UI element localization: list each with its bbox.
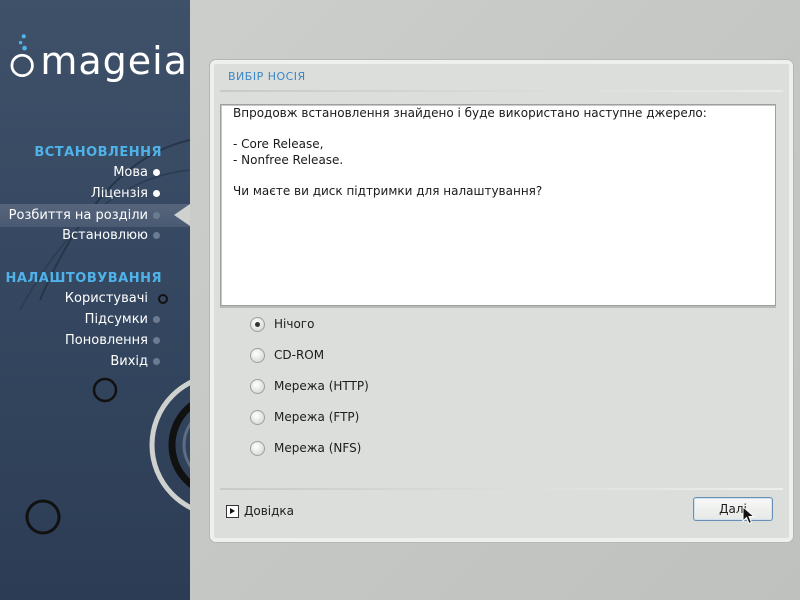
radio-unchecked-icon[interactable] bbox=[250, 347, 265, 363]
installer-sidebar: mageia ВСТАНОВЛЕННЯ Мова Ліцензія Розбит… bbox=[0, 0, 190, 600]
radio-checked-icon[interactable] bbox=[250, 316, 265, 332]
radio-option-ftp[interactable]: Мережа (FTP) bbox=[250, 407, 359, 427]
message-textbox[interactable]: Впродовж встановлення знайдено і буде ви… bbox=[220, 104, 776, 306]
message-line bbox=[233, 122, 775, 138]
radio-label: Мережа (NFS) bbox=[274, 441, 362, 455]
section-heading-configuration: НАЛАШТОВУВАННЯ bbox=[5, 271, 162, 286]
step-pending-ring-icon bbox=[158, 294, 168, 304]
help-label: Довідка bbox=[244, 504, 295, 518]
step-current-icon bbox=[153, 212, 160, 219]
message-line: - Core Release, bbox=[233, 137, 324, 151]
textbox-bottom-edge bbox=[220, 306, 776, 308]
mageia-logo-icon bbox=[10, 34, 34, 78]
step-pending-icon bbox=[153, 337, 160, 344]
mouse-pointer-icon bbox=[742, 506, 756, 525]
step-installing: Встановлюю bbox=[62, 228, 148, 243]
radio-unchecked-icon[interactable] bbox=[250, 378, 265, 394]
media-selection-dialog: ВИБІР НОСІЯ Впродовж встановлення знайде… bbox=[210, 60, 793, 542]
radio-label: Мережа (FTP) bbox=[274, 410, 360, 424]
help-expander[interactable]: Довідка bbox=[226, 504, 294, 518]
step-pending-icon bbox=[153, 316, 160, 323]
step-done-icon bbox=[153, 190, 160, 197]
step-updates: Поновлення bbox=[65, 333, 148, 348]
step-exit: Вихід bbox=[110, 354, 148, 369]
radio-option-none[interactable]: Нічого bbox=[250, 314, 314, 334]
radio-unchecked-icon[interactable] bbox=[250, 409, 265, 425]
radio-option-http[interactable]: Мережа (HTTP) bbox=[250, 376, 369, 396]
logo-wordmark: mageia bbox=[40, 39, 188, 83]
dialog-title: ВИБІР НОСІЯ bbox=[228, 70, 306, 83]
title-divider bbox=[220, 90, 783, 92]
step-language: Мова bbox=[113, 165, 148, 180]
bottom-divider bbox=[220, 488, 783, 490]
radio-label: Нічого bbox=[274, 317, 315, 331]
radio-label: CD-ROM bbox=[274, 348, 325, 362]
step-users: Користувачі bbox=[64, 291, 148, 306]
mageia-logo: mageia bbox=[8, 26, 188, 86]
message-line: Впродовж встановлення знайдено і буде ви… bbox=[233, 106, 707, 120]
step-partitioning: Розбиття на розділи bbox=[8, 208, 148, 223]
message-line: Чи маєте ви диск підтримки для налаштува… bbox=[233, 183, 543, 198]
step-done-icon bbox=[153, 169, 160, 176]
step-pending-icon bbox=[153, 358, 160, 365]
expand-arrow-icon[interactable] bbox=[226, 504, 239, 518]
step-pending-icon bbox=[153, 232, 160, 239]
radio-option-nfs[interactable]: Мережа (NFS) bbox=[250, 438, 361, 458]
step-summary: Підсумки bbox=[84, 312, 148, 327]
step-partitioning-current: Розбиття на розділи bbox=[0, 204, 190, 227]
radio-unchecked-icon[interactable] bbox=[250, 440, 265, 456]
message-line: - Nonfree Release. bbox=[233, 152, 344, 167]
current-step-pointer bbox=[174, 204, 190, 226]
message-line bbox=[233, 168, 775, 184]
step-license: Ліцензія bbox=[90, 186, 148, 201]
radio-label: Мережа (HTTP) bbox=[274, 379, 369, 393]
radio-option-cdrom[interactable]: CD-ROM bbox=[250, 345, 324, 365]
next-button[interactable]: Далі bbox=[693, 497, 773, 521]
section-heading-installation: ВСТАНОВЛЕННЯ bbox=[34, 145, 162, 160]
